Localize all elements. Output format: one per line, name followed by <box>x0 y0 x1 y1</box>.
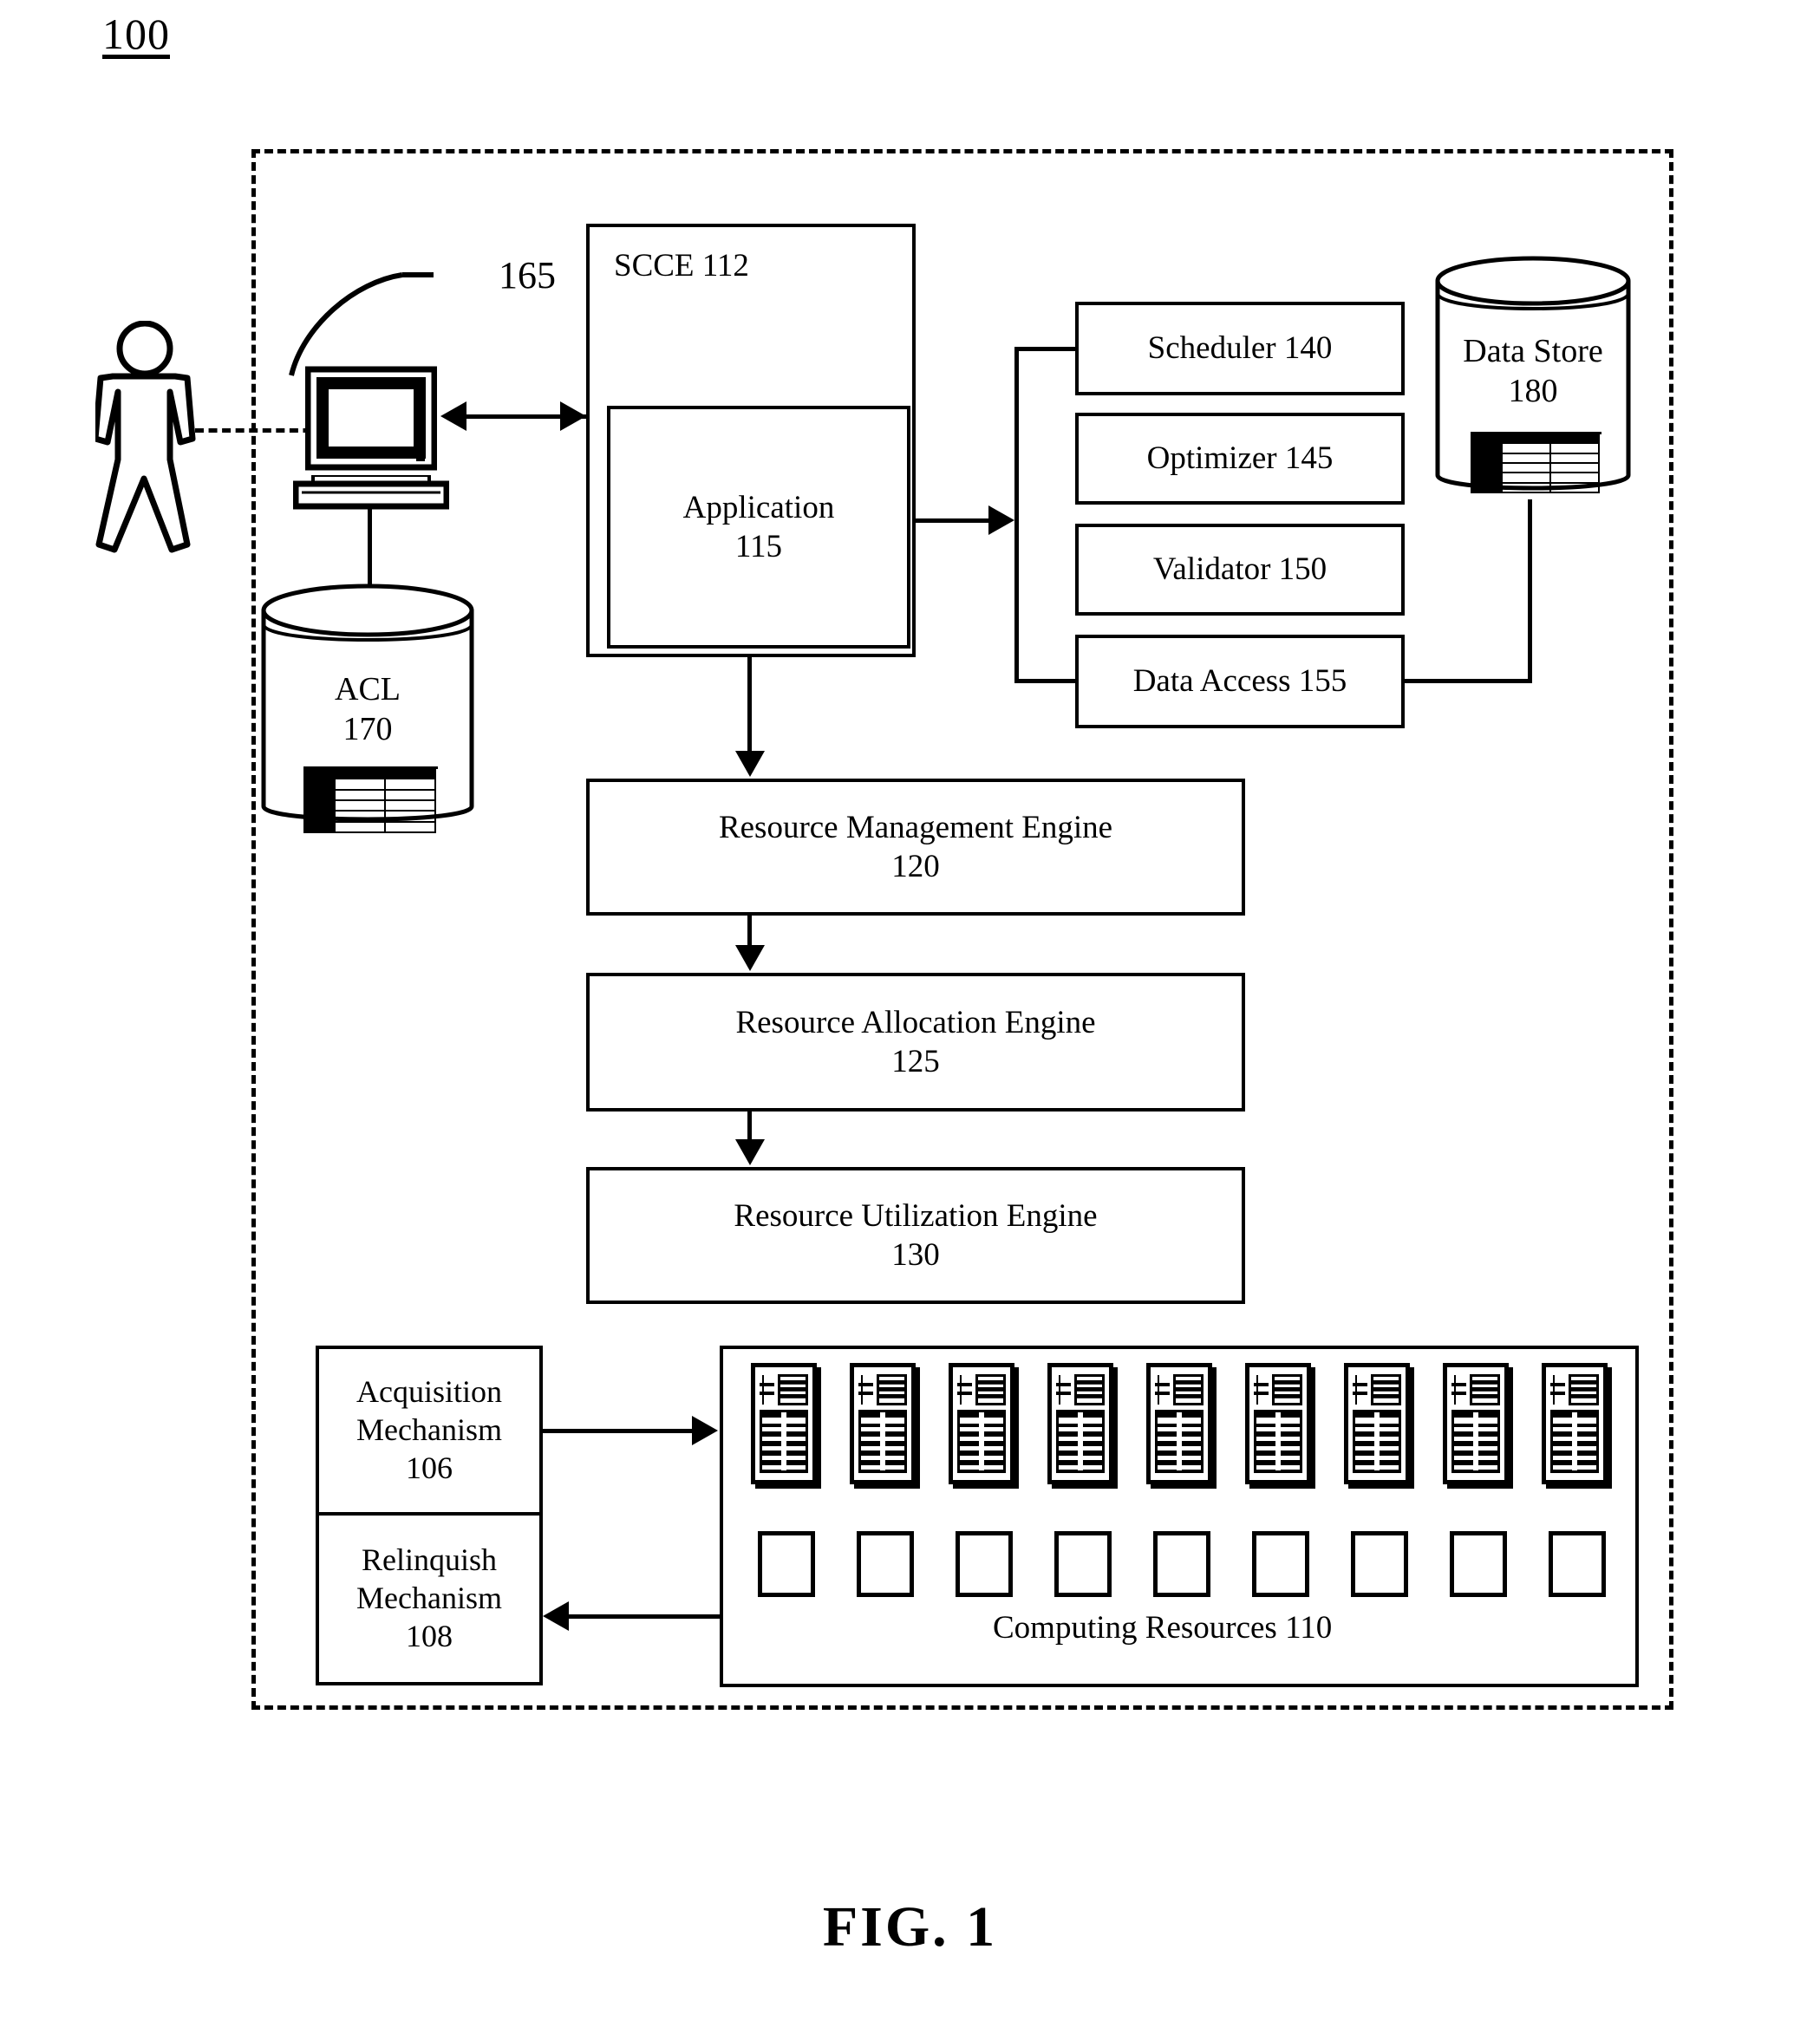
relinquish-mechanism-box[interactable]: Relinquish Mechanism 108 <box>316 1516 543 1685</box>
optimizer-box[interactable]: Optimizer 145 <box>1075 413 1405 505</box>
figure-canvas: 100 165 ACL 170 SCCE 112 Application 115… <box>0 0 1820 2034</box>
reference-leader-165 <box>277 195 494 381</box>
data-store: Data Store 180 <box>1432 251 1634 512</box>
rme-label-line1: Resource Management Engine <box>718 809 1113 845</box>
rae-rue-connector <box>747 1112 752 1141</box>
arrow-down-to-rue <box>735 1139 765 1165</box>
acquisition-mechanism-box[interactable]: Acquisition Mechanism 106 <box>316 1346 543 1516</box>
arrow-down-to-rae <box>735 945 765 971</box>
data-store-label: Data Store 180 <box>1432 331 1634 412</box>
rel-label-line1: Relinquish <box>361 1542 497 1578</box>
rue-label-line1: Resource Utilization Engine <box>734 1197 1098 1234</box>
rae-label-line1: Resource Allocation Engine <box>735 1004 1096 1040</box>
scheduler-box[interactable]: Scheduler 140 <box>1075 302 1405 395</box>
empty-slot-icon[interactable] <box>956 1531 1013 1597</box>
acq-label-line2: Mechanism <box>356 1412 502 1448</box>
datastore-dataaccess-horizontal <box>1401 679 1532 683</box>
services-bus-to-dataaccess <box>1014 679 1077 683</box>
empty-slot-icon[interactable] <box>857 1531 914 1597</box>
server-rack-icon[interactable] <box>850 1363 916 1484</box>
server-rack-icon[interactable] <box>949 1363 1014 1484</box>
acq-label-line3: 106 <box>406 1450 453 1485</box>
server-rack-icon[interactable] <box>1047 1363 1113 1484</box>
acl-label: ACL 170 <box>258 669 477 750</box>
acq-label-line1: Acquisition <box>356 1374 502 1410</box>
rme-rae-connector <box>747 916 752 947</box>
rel-label-line2: Mechanism <box>356 1581 502 1616</box>
rme-label-line2: 120 <box>891 849 940 884</box>
application-box[interactable]: Application 115 <box>607 406 910 649</box>
data-access-box[interactable]: Data Access 155 <box>1075 635 1405 728</box>
rue-label-line2: 130 <box>891 1237 940 1273</box>
scce-rme-connector <box>747 657 752 753</box>
arrow-right-to-resources <box>692 1416 718 1445</box>
acl-datastore: ACL 170 <box>258 579 477 839</box>
validator-box[interactable]: Validator 150 <box>1075 524 1405 616</box>
empty-slot-icon[interactable] <box>1252 1531 1309 1597</box>
rel-label-line3: 108 <box>406 1618 453 1653</box>
scheduler-label: Scheduler 140 <box>1147 330 1333 367</box>
person-icon <box>92 320 243 572</box>
data-store-label-line2: 180 <box>1508 373 1558 410</box>
validator-label: Validator 150 <box>1152 551 1327 588</box>
acl-label-line2: 170 <box>342 711 393 748</box>
empty-slot-icon[interactable] <box>1054 1531 1112 1597</box>
arrow-left-to-workstation <box>440 401 466 431</box>
data-store-label-line1: Data Store <box>1463 333 1603 369</box>
arrow-right-to-scce <box>560 401 586 431</box>
resource-management-engine-box[interactable]: Resource Management Engine 120 <box>586 779 1245 916</box>
acl-table-icon <box>303 766 438 833</box>
server-rack-icon[interactable] <box>1542 1363 1608 1484</box>
empty-slot-icon[interactable] <box>1450 1531 1507 1597</box>
acquisition-resources-link <box>543 1429 694 1433</box>
empty-slot-icon[interactable] <box>758 1531 815 1597</box>
computer-base-icon <box>292 473 450 510</box>
data-store-table-icon <box>1471 432 1601 493</box>
rae-label-line2: 125 <box>891 1044 940 1079</box>
datastore-dataaccess-vertical <box>1528 499 1532 683</box>
resource-allocation-engine-box[interactable]: Resource Allocation Engine 125 <box>586 973 1245 1112</box>
data-access-label: Data Access 155 <box>1132 663 1347 700</box>
computing-resources-label: Computing Resources 110 <box>993 1610 1333 1646</box>
reference-label-165: 165 <box>499 254 556 297</box>
resources-relinquish-link <box>569 1614 721 1619</box>
scce-services-link <box>916 518 990 523</box>
server-rack-icon[interactable] <box>1245 1363 1311 1484</box>
services-bus-to-scheduler <box>1014 347 1077 351</box>
empty-slot-icon[interactable] <box>1549 1531 1606 1597</box>
server-rack-icon[interactable] <box>751 1363 817 1484</box>
scce-title: SCCE 112 <box>614 248 749 284</box>
application-label-line1: Application <box>682 489 835 525</box>
figure-number: 100 <box>102 10 170 58</box>
optimizer-label: Optimizer 145 <box>1146 440 1334 477</box>
arrow-left-to-relinquish <box>543 1601 569 1631</box>
server-rack-icon[interactable] <box>1443 1363 1509 1484</box>
resource-utilization-engine-box[interactable]: Resource Utilization Engine 130 <box>586 1167 1245 1304</box>
server-rack-icon[interactable] <box>1344 1363 1410 1484</box>
server-rack-icon[interactable] <box>1146 1363 1212 1484</box>
arrow-right-to-services <box>988 505 1014 535</box>
application-label-line2: 115 <box>734 529 783 564</box>
figure-caption: FIG. 1 <box>822 1895 998 1959</box>
workstation-acl-connector <box>368 507 372 590</box>
empty-slot-icon[interactable] <box>1351 1531 1408 1597</box>
acl-label-line1: ACL <box>335 671 401 707</box>
empty-slot-icon[interactable] <box>1153 1531 1210 1597</box>
services-bus-vertical <box>1014 347 1019 683</box>
arrow-down-to-rme <box>735 751 765 777</box>
